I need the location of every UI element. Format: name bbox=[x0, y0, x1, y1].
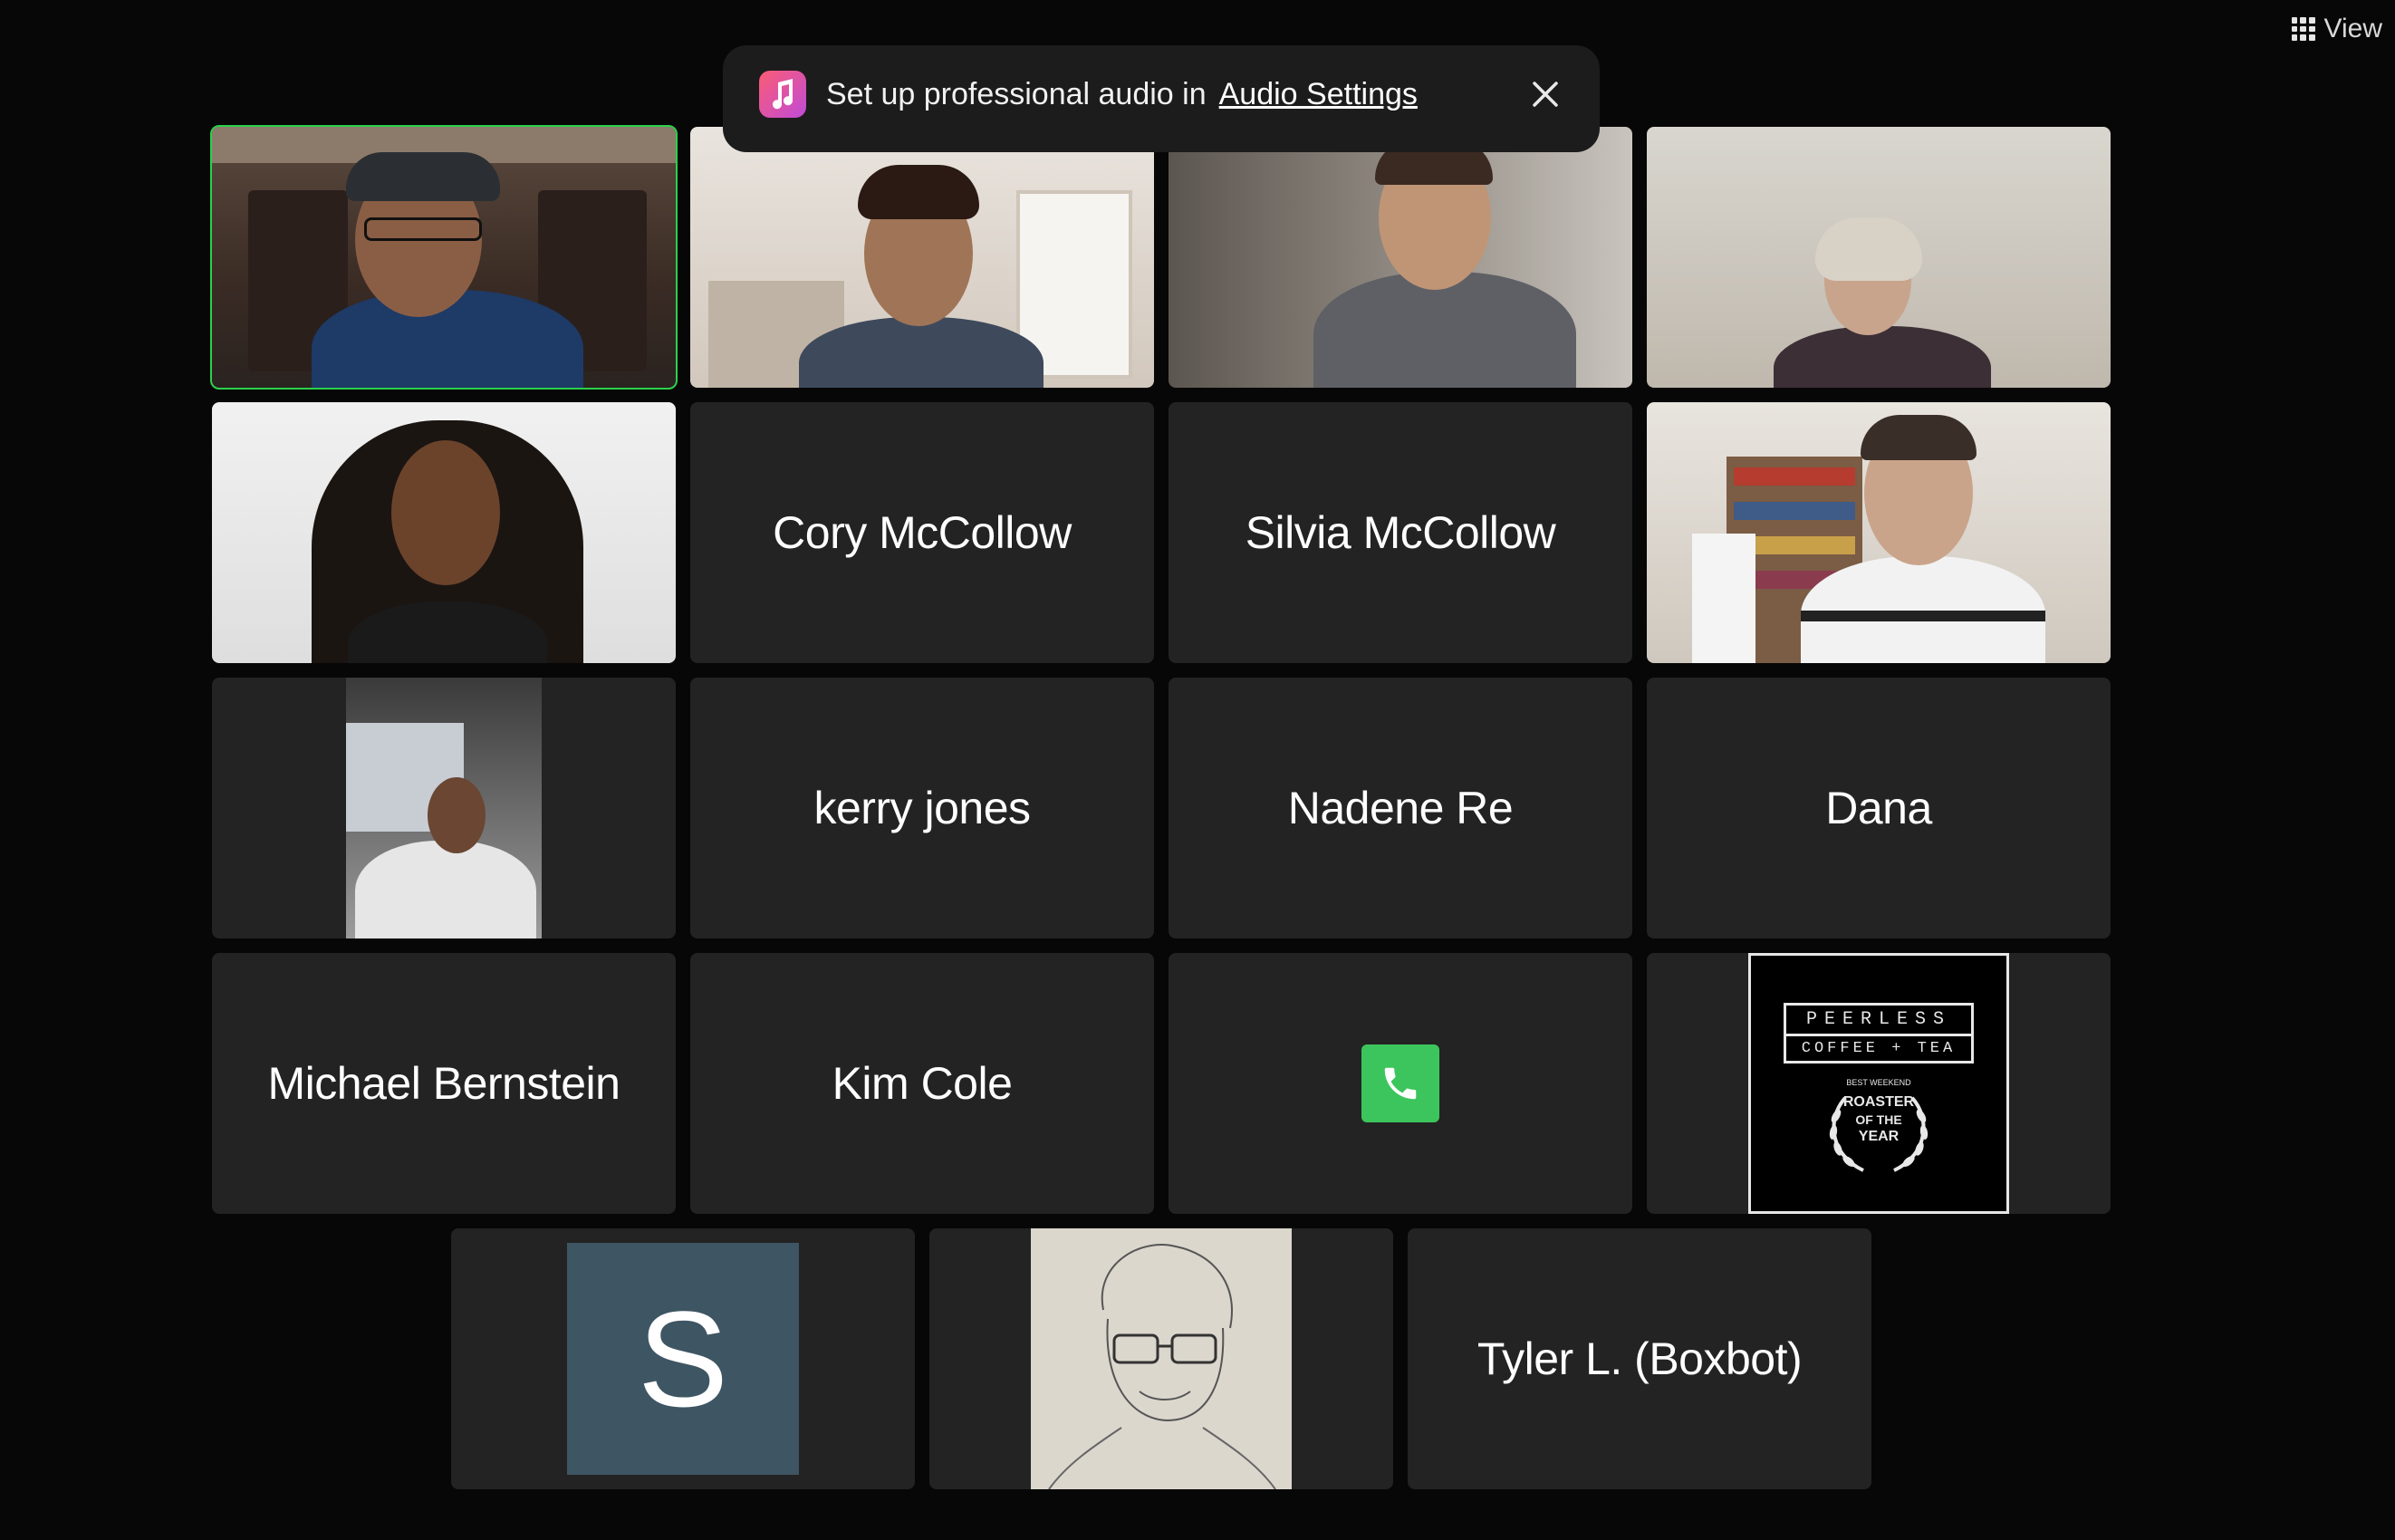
participant-name: kerry jones bbox=[813, 783, 1031, 833]
video-feed bbox=[1647, 127, 2111, 388]
participant-name: Kim Cole bbox=[832, 1058, 1013, 1109]
participant-logo-tile[interactable]: PEERLESS COFFEE + TEA BEST WEEKEND ROAST… bbox=[1647, 953, 2111, 1214]
participant-tile[interactable]: Michael Bernstein bbox=[212, 953, 676, 1214]
participant-avatar-tile[interactable]: S bbox=[451, 1228, 915, 1489]
participant-tile[interactable]: Nadene Re bbox=[1169, 678, 1632, 938]
video-tile[interactable] bbox=[1647, 402, 2111, 663]
video-tile[interactable] bbox=[690, 127, 1154, 388]
video-feed bbox=[212, 127, 676, 388]
peerless-logo: PEERLESS COFFEE + TEA BEST WEEKEND ROAST… bbox=[1748, 953, 2009, 1214]
participant-name: Silvia McCollow bbox=[1245, 507, 1556, 558]
video-tile[interactable] bbox=[212, 678, 676, 938]
badge-top-text: BEST WEEKEND bbox=[1846, 1078, 1911, 1087]
participant-name: Tyler L. (Boxbot) bbox=[1476, 1333, 1803, 1384]
meeting-gallery-view: View Set up professional audio in Audio … bbox=[0, 0, 2395, 1540]
logo-line1: PEERLESS bbox=[1786, 1009, 1971, 1036]
banner-message: Set up professional audio in bbox=[826, 77, 1207, 111]
badge-line3: YEAR bbox=[1858, 1129, 1900, 1144]
music-note-icon bbox=[759, 71, 806, 118]
grid-view-icon bbox=[2291, 17, 2315, 41]
participant-name: Cory McCollow bbox=[773, 507, 1072, 558]
video-tile-active-speaker[interactable] bbox=[210, 125, 678, 390]
award-badge: BEST WEEKEND ROASTER OF THE YEAR bbox=[1820, 1073, 1938, 1181]
badge-line2: OF THE bbox=[1855, 1112, 1902, 1127]
video-feed bbox=[690, 127, 1154, 388]
phone-participant-tile[interactable] bbox=[1169, 953, 1632, 1214]
view-button[interactable]: View bbox=[2291, 9, 2382, 49]
video-feed bbox=[212, 402, 676, 663]
participant-name: Dana bbox=[1825, 783, 1932, 833]
participant-name: Nadene Re bbox=[1287, 783, 1514, 833]
participant-avatar-tile[interactable] bbox=[929, 1228, 1393, 1489]
participant-tile[interactable]: Cory McCollow bbox=[690, 402, 1154, 663]
video-tile[interactable] bbox=[1647, 127, 2111, 388]
participant-tile[interactable]: Silvia McCollow bbox=[1169, 402, 1632, 663]
video-tile[interactable] bbox=[1169, 127, 1632, 388]
audio-settings-banner: Set up professional audio in Audio Setti… bbox=[723, 45, 1600, 152]
view-button-label: View bbox=[2323, 14, 2382, 43]
participant-tile[interactable]: kerry jones bbox=[690, 678, 1154, 938]
close-banner-button[interactable] bbox=[1522, 71, 1569, 118]
close-icon bbox=[1533, 82, 1558, 107]
video-feed bbox=[1169, 127, 1632, 388]
phone-icon bbox=[1361, 1044, 1439, 1122]
sketch-avatar-image bbox=[1031, 1228, 1292, 1489]
video-tile[interactable] bbox=[212, 402, 676, 663]
video-feed bbox=[346, 678, 542, 938]
audio-settings-link[interactable]: Audio Settings bbox=[1219, 71, 1418, 118]
participant-tile[interactable]: Kim Cole bbox=[690, 953, 1154, 1214]
participant-tile[interactable]: Dana bbox=[1647, 678, 2111, 938]
participant-tile[interactable]: Tyler L. (Boxbot) bbox=[1408, 1228, 1871, 1489]
avatar: S bbox=[567, 1243, 799, 1475]
badge-line1: ROASTER bbox=[1842, 1094, 1915, 1110]
logo-line2: COFFEE + TEA bbox=[1801, 1040, 1957, 1057]
participant-name: Michael Bernstein bbox=[267, 1058, 620, 1109]
video-feed bbox=[1647, 402, 2111, 663]
